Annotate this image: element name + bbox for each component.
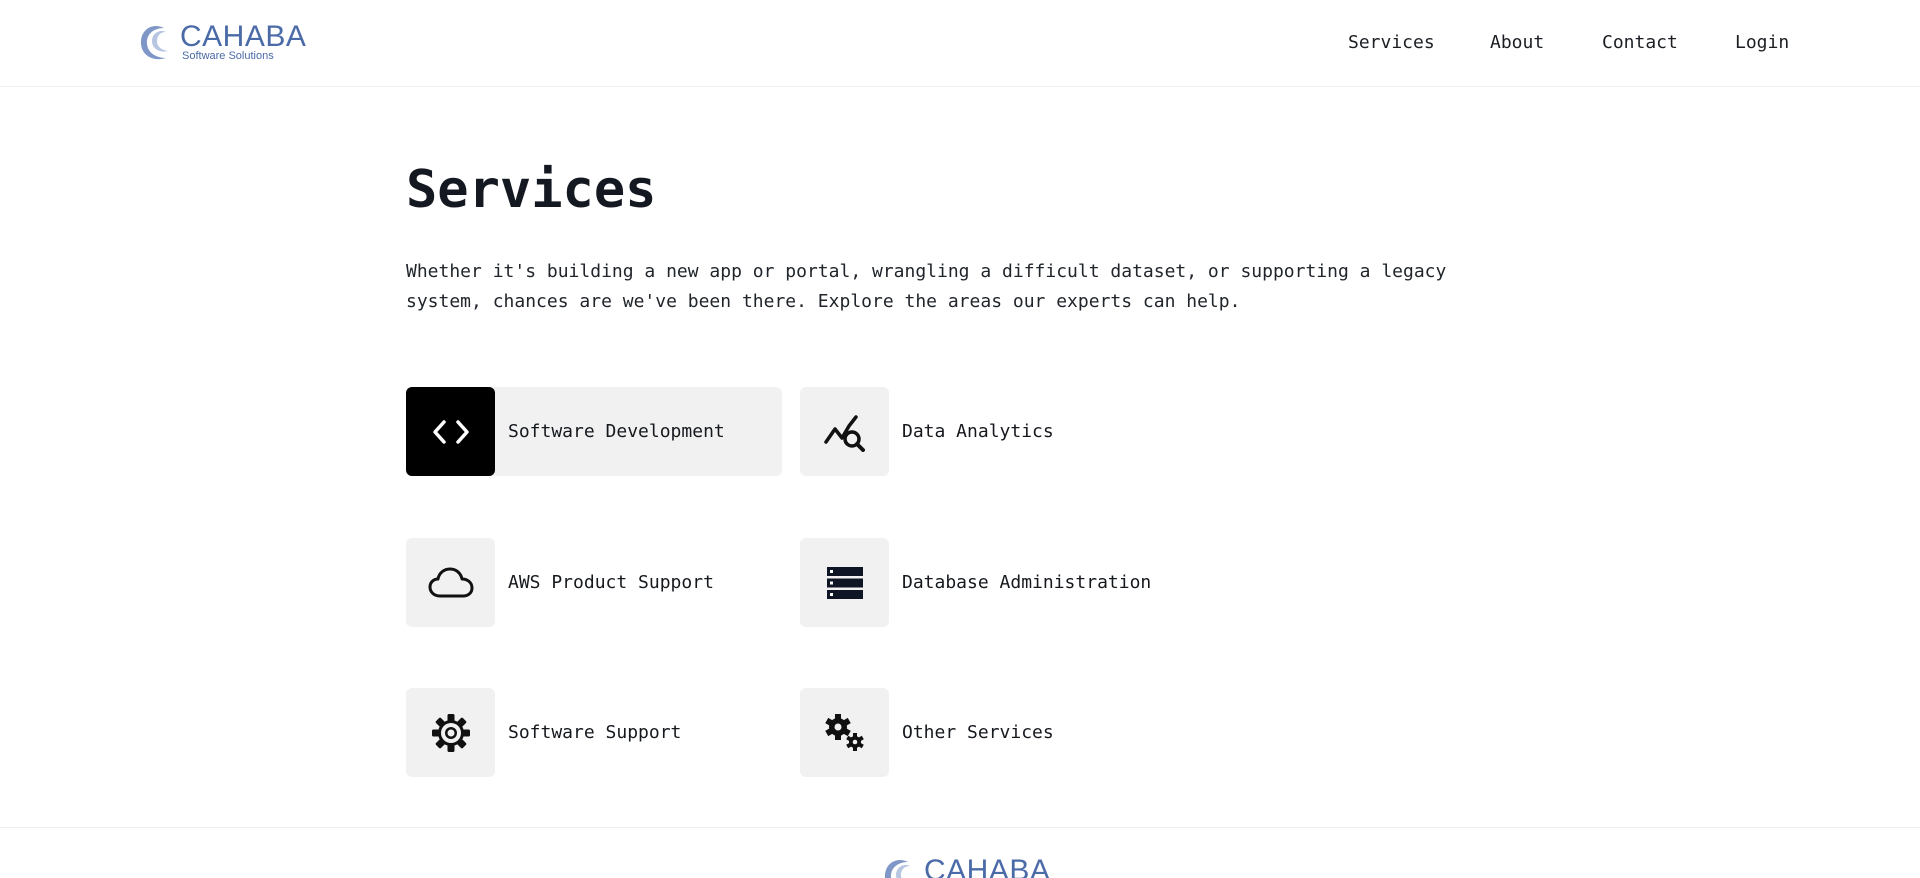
site-footer: CAHABA <box>0 827 1920 878</box>
service-label: Database Administration <box>902 572 1152 593</box>
nav-link-contact[interactable]: Contact <box>1602 30 1678 56</box>
server-icon <box>826 566 863 599</box>
nav-link-about[interactable]: About <box>1490 30 1544 56</box>
service-label: Other Services <box>902 722 1054 743</box>
site-header: CAHABA Software Solutions Services About… <box>0 0 1920 87</box>
footer-brand-logo[interactable]: CAHABA <box>880 854 1050 878</box>
service-icon-box <box>406 688 495 777</box>
service-icon-box <box>800 538 889 627</box>
analytics-icon <box>823 414 865 452</box>
service-icon-box <box>800 387 889 476</box>
service-label: Data Analytics <box>902 421 1054 442</box>
nav-link-services[interactable]: Services <box>1348 30 1435 56</box>
gears-icon <box>824 713 864 751</box>
service-icon-box <box>406 538 495 627</box>
nav-link-login[interactable]: Login <box>1735 30 1789 56</box>
service-icon-box <box>406 387 495 476</box>
page-intro: Whether it's building a new app or porta… <box>406 261 1447 312</box>
main-nav: Services About Contact Login <box>0 30 1920 56</box>
service-card-software-development[interactable]: Software Development <box>406 387 782 476</box>
cloud-icon <box>428 567 473 597</box>
swoosh-logo-icon <box>884 860 910 878</box>
footer-brand-name: CAHABA <box>924 854 1051 878</box>
gear-icon <box>431 713 470 752</box>
code-icon <box>432 419 469 444</box>
service-label: Software Support <box>508 722 682 743</box>
service-label: Software Development <box>508 421 725 442</box>
page-title: Services <box>406 160 657 220</box>
service-icon-box <box>800 688 889 777</box>
service-label: AWS Product Support <box>508 572 714 593</box>
